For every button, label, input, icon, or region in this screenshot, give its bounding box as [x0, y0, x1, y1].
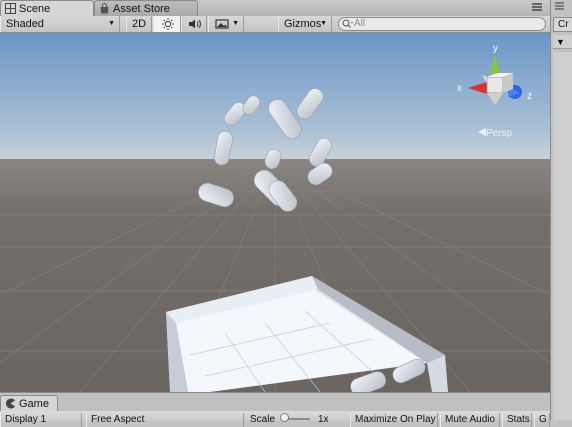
mute-audio-toggle[interactable]: Mute Audio [440, 413, 500, 427]
scene-panel: Scene Asset Store Shaded ▼ 2D ▼ Gizmos ▼… [0, 0, 550, 392]
lighting-toggle-button[interactable] [153, 16, 181, 32]
hierarchy-list[interactable] [553, 52, 572, 420]
panel-menu-icon[interactable] [530, 1, 544, 14]
chevron-down-icon: ▼ [232, 20, 239, 27]
axis-x-label: x [457, 83, 462, 94]
shading-mode-label: Shaded [6, 18, 44, 30]
center-cube[interactable] [486, 76, 504, 94]
tab-game[interactable]: Game [0, 395, 58, 411]
gizmos-label: Gizmos [284, 18, 322, 30]
panel-menu-icon[interactable] [555, 1, 565, 13]
scale-slider-thumb[interactable] [280, 413, 289, 422]
grid-icon [5, 3, 16, 14]
scene-tab-strip: Scene Asset Store [0, 0, 550, 17]
hierarchy-create-button[interactable]: Cr [553, 17, 572, 32]
pacman-icon [6, 398, 16, 409]
tab-scene-label: Scene [19, 2, 51, 15]
axis-z-label: z [527, 91, 532, 102]
tab-scene[interactable]: Scene [0, 0, 94, 16]
scale-value: 1x [314, 413, 350, 427]
aspect-dropdown[interactable]: Free Aspect [86, 413, 244, 427]
projection-label[interactable]: Persp [486, 128, 513, 139]
speaker-icon [189, 19, 201, 29]
scene-search-input[interactable]: All [338, 17, 546, 31]
chevron-down-icon: ▼ [320, 20, 327, 27]
stats-toggle[interactable]: Stats [502, 413, 532, 427]
chevron-down-icon: ▼ [108, 20, 115, 27]
scene-search-placeholder: All [354, 18, 366, 29]
hierarchy-create-label: Cr [558, 19, 569, 30]
disclosure-triangle-icon: ▼ [556, 37, 565, 47]
scene-viewport[interactable]: y x z Persp [0, 33, 550, 392]
search-icon [342, 19, 353, 28]
tab-asset-store-label: Asset Store [113, 2, 170, 15]
game-gizmos-dropdown[interactable]: G [534, 413, 550, 427]
axis-y-label: y [493, 43, 498, 54]
hierarchy-scene-row[interactable]: ▼ [553, 35, 572, 49]
store-bag-icon [100, 3, 109, 14]
sun-icon [162, 18, 174, 30]
gizmos-dropdown[interactable]: Gizmos ▼ [278, 16, 332, 32]
maximize-on-play-toggle[interactable]: Maximize On Play [350, 413, 438, 427]
tab-game-label: Game [19, 397, 49, 410]
effects-dropdown[interactable]: ▼ [208, 16, 244, 32]
hierarchy-panel: Cr ▼ [550, 0, 572, 420]
audio-toggle-button[interactable] [181, 16, 207, 32]
tab-asset-store[interactable]: Asset Store [94, 0, 198, 16]
shading-mode-dropdown[interactable]: Shaded ▼ [0, 16, 120, 32]
scene-toolbar: Shaded ▼ 2D ▼ Gizmos ▼ All [0, 16, 550, 33]
scene-render[interactable]: y x z Persp [0, 33, 550, 392]
display-dropdown[interactable]: Display 1 [0, 413, 82, 427]
sky [0, 33, 550, 161]
toggle-2d-label: 2D [131, 18, 147, 30]
toggle-2d-button[interactable]: 2D [126, 16, 152, 32]
game-panel: Game Display 1 Free Aspect Scale 1x Maxi… [0, 392, 550, 427]
